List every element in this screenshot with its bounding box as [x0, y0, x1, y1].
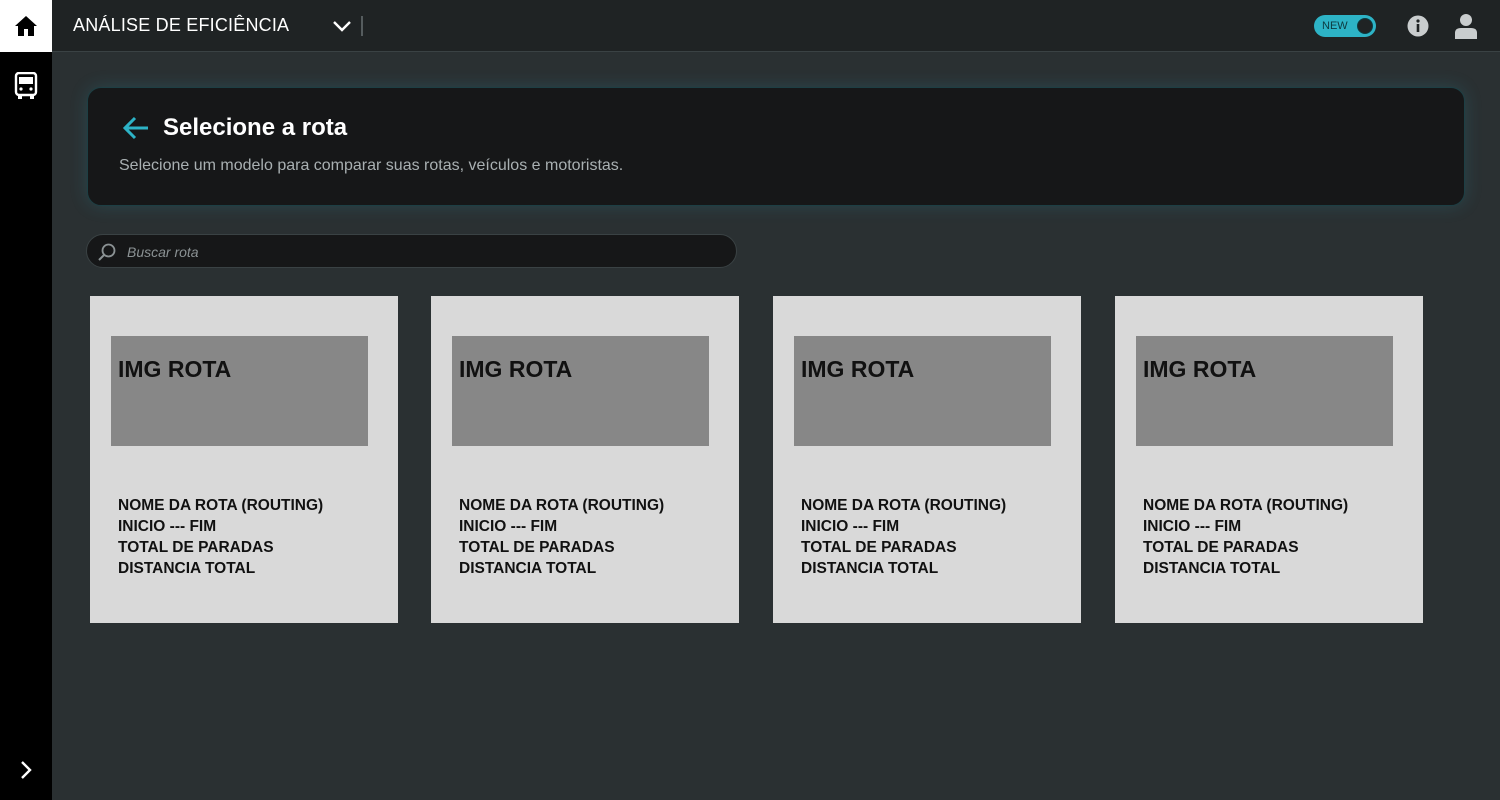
route-start-end: INICIO --- FIM — [118, 518, 217, 535]
bus-icon — [14, 72, 38, 99]
route-image-label: IMG ROTA — [118, 356, 232, 382]
chevron-down-icon — [333, 21, 351, 32]
route-info: NOME DA ROTA (ROUTING) INICIO --- FIM TO… — [1143, 495, 1348, 579]
user-profile-button[interactable] — [1453, 12, 1479, 40]
arrow-left-icon — [122, 116, 148, 140]
route-total-stops: TOTAL DE PARADAS — [459, 539, 615, 556]
top-bar: ANÁLISE DE EFICIÊNCIA NEW — [52, 0, 1500, 52]
route-total-stops: TOTAL DE PARADAS — [801, 539, 957, 556]
route-image: IMG ROTA — [1136, 336, 1393, 446]
route-card[interactable]: IMG ROTA NOME DA ROTA (ROUTING) INICIO -… — [1115, 296, 1423, 623]
route-card[interactable]: IMG ROTA NOME DA ROTA (ROUTING) INICIO -… — [431, 296, 739, 623]
route-info: NOME DA ROTA (ROUTING) INICIO --- FIM TO… — [801, 495, 1006, 579]
route-image-label: IMG ROTA — [1143, 356, 1257, 382]
new-version-toggle[interactable]: NEW — [1314, 15, 1376, 37]
route-total-distance: DISTANCIA TOTAL — [801, 560, 939, 577]
route-image: IMG ROTA — [452, 336, 709, 446]
route-start-end: INICIO --- FIM — [1143, 518, 1242, 535]
sidebar-expand-button[interactable] — [0, 748, 52, 792]
route-name: NOME DA ROTA (ROUTING) — [118, 497, 324, 514]
search-icon — [98, 243, 116, 261]
info-icon — [1407, 15, 1429, 37]
route-info: NOME DA ROTA (ROUTING) INICIO --- FIM TO… — [459, 495, 664, 579]
search-bar — [86, 234, 737, 269]
route-total-distance: DISTANCIA TOTAL — [118, 560, 256, 577]
page-subtitle: Selecione um modelo para comparar suas r… — [119, 157, 624, 174]
toggle-knob — [1357, 18, 1373, 34]
header-card: Selecione a rota Selecione um modelo par… — [87, 87, 1465, 206]
chevron-right-icon — [21, 761, 32, 779]
toggle-label: NEW — [1322, 20, 1348, 32]
search-input[interactable] — [125, 235, 729, 269]
route-name: NOME DA ROTA (ROUTING) — [801, 497, 1007, 514]
route-total-distance: DISTANCIA TOTAL — [459, 560, 597, 577]
sidebar-item-fleet[interactable] — [0, 62, 52, 110]
route-start-end: INICIO --- FIM — [459, 518, 558, 535]
route-card[interactable]: IMG ROTA NOME DA ROTA (ROUTING) INICIO -… — [90, 296, 398, 623]
divider — [361, 16, 363, 36]
route-info: NOME DA ROTA (ROUTING) INICIO --- FIM TO… — [118, 495, 323, 579]
route-image-label: IMG ROTA — [801, 356, 915, 382]
page-selector-label[interactable]: ANÁLISE DE EFICIÊNCIA — [73, 15, 289, 36]
user-icon — [1455, 14, 1477, 39]
route-name: NOME DA ROTA (ROUTING) — [459, 497, 665, 514]
sidebar-item-home[interactable] — [0, 0, 52, 52]
route-image: IMG ROTA — [794, 336, 1051, 446]
route-total-distance: DISTANCIA TOTAL — [1143, 560, 1281, 577]
route-total-stops: TOTAL DE PARADAS — [1143, 539, 1299, 556]
back-button[interactable] — [120, 114, 152, 142]
sidebar — [0, 0, 52, 800]
route-total-stops: TOTAL DE PARADAS — [118, 539, 274, 556]
info-button[interactable] — [1406, 14, 1430, 38]
route-start-end: INICIO --- FIM — [801, 518, 900, 535]
route-name: NOME DA ROTA (ROUTING) — [1143, 497, 1349, 514]
route-card[interactable]: IMG ROTA NOME DA ROTA (ROUTING) INICIO -… — [773, 296, 1081, 623]
route-image: IMG ROTA — [111, 336, 368, 446]
page-title: Selecione a rota — [163, 114, 348, 141]
route-image-label: IMG ROTA — [459, 356, 573, 382]
page-selector-dropdown[interactable] — [330, 14, 354, 38]
home-icon — [15, 16, 37, 36]
